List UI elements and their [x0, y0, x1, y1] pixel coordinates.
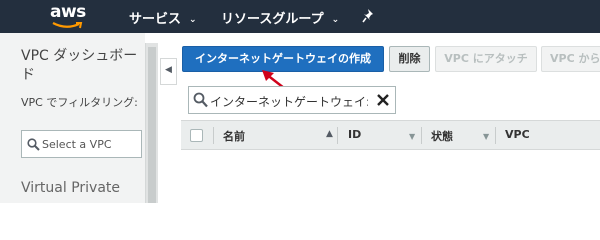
aws-logo[interactable]: aws — [48, 2, 88, 30]
top-navigation-bar: aws サービス ⌄ リソースグループ ⌄ — [0, 0, 600, 33]
detach-from-vpc-button[interactable]: VPC から — [541, 46, 600, 72]
collapse-sidebar-button[interactable]: ◀ — [160, 58, 177, 85]
attach-to-vpc-button[interactable]: VPC にアタッチ — [435, 46, 537, 72]
column-divider — [213, 127, 214, 144]
search-filter-token: インターネットゲートウェイ: — [210, 95, 368, 109]
table-header: 名前 ▲ ID ▼ 状態 ▼ VPC — [181, 120, 600, 150]
column-header-vpc[interactable]: VPC — [505, 128, 530, 141]
chevron-left-icon: ◀ — [165, 65, 172, 75]
sidebar: VPC ダッシュボード VPC でフィルタリング: Virtual Privat… — [0, 33, 145, 203]
column-divider[interactable] — [495, 127, 496, 144]
vpc-filter-input[interactable] — [42, 135, 138, 153]
sidebar-title[interactable]: VPC ダッシュボード — [21, 47, 146, 85]
sidebar-scrollbar[interactable] — [145, 43, 158, 203]
services-menu[interactable]: サービス ⌄ — [129, 8, 197, 27]
select-all-checkbox[interactable] — [190, 129, 203, 142]
aws-smile-icon — [52, 22, 83, 29]
search-icon — [193, 92, 208, 108]
chevron-down-icon: ⌄ — [331, 15, 340, 25]
close-icon[interactable] — [376, 93, 390, 107]
resource-groups-menu[interactable]: リソースグループ ⌄ — [221, 8, 339, 27]
sidebar-section-virtual-private-cloud[interactable]: Virtual Private — [21, 180, 120, 196]
column-divider[interactable] — [337, 127, 338, 144]
vpc-filter-label: VPC でフィルタリング: — [21, 96, 138, 109]
search-icon — [27, 138, 40, 151]
scrollbar-thumb[interactable] — [148, 47, 156, 203]
chevron-down-icon: ⌄ — [189, 15, 197, 25]
sort-icon[interactable]: ▼ — [483, 132, 489, 141]
sort-icon[interactable]: ▼ — [409, 132, 415, 141]
sort-ascending-icon[interactable]: ▲ — [326, 129, 333, 139]
delete-button[interactable]: 削除 — [389, 46, 430, 72]
vpc-filter-select[interactable] — [21, 130, 142, 158]
column-header-state[interactable]: 状態 — [431, 128, 453, 144]
column-header-id[interactable]: ID — [348, 128, 361, 141]
column-divider[interactable] — [421, 127, 422, 144]
search-filter-box[interactable]: インターネットゲートウェイ: — [188, 86, 396, 114]
column-header-name[interactable]: 名前 — [223, 128, 245, 144]
pin-icon[interactable] — [362, 9, 375, 23]
